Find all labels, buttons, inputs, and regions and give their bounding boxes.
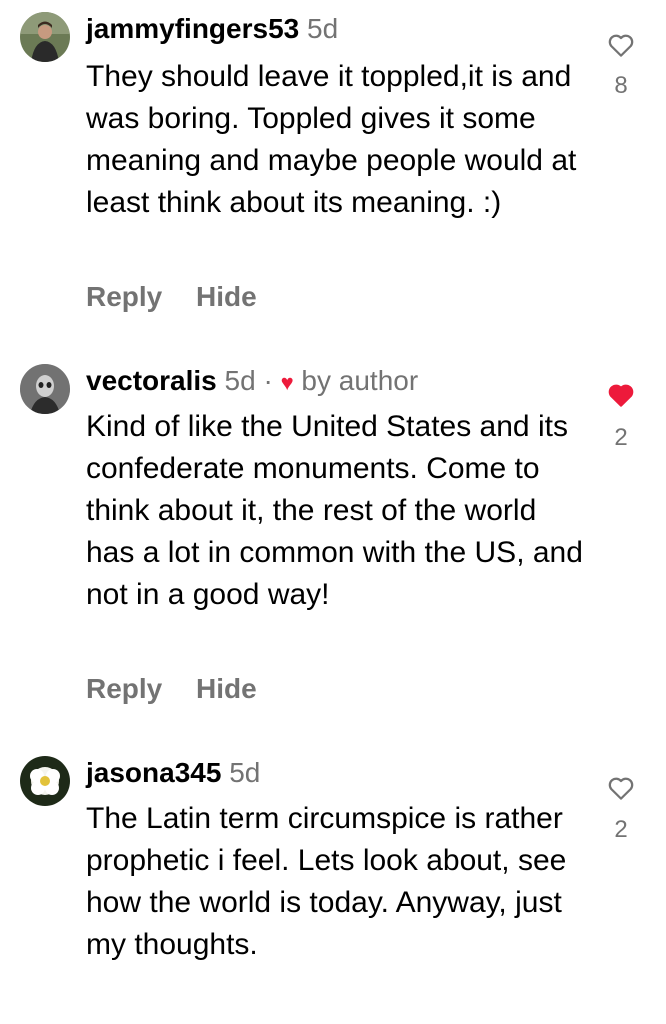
heart-outline-icon[interactable] — [606, 30, 636, 60]
liked-by-author-label: by author — [301, 365, 419, 396]
like-count: 2 — [614, 424, 628, 451]
comment-actions: Reply Hide — [86, 280, 283, 314]
username[interactable]: jammyfingers53 — [86, 13, 299, 44]
comment-actions: Reply Hide — [86, 672, 283, 706]
timestamp: 5d — [224, 365, 256, 396]
reply-button[interactable]: Reply — [86, 673, 162, 704]
like-count: 2 — [614, 816, 628, 843]
comment-header: jammyfingers53 5d — [86, 12, 338, 46]
comment-text: The Latin term circumspice is rather pro… — [86, 802, 567, 961]
username[interactable]: vectoralis — [86, 365, 217, 396]
comment-header: vectoralis 5d · ♥ by author — [86, 364, 418, 400]
like-count: 8 — [614, 72, 628, 99]
comment-header: jasona345 5d — [86, 756, 260, 790]
timestamp: 5d — [307, 13, 339, 44]
avatar[interactable] — [20, 756, 70, 806]
heart-outline-icon[interactable] — [606, 773, 636, 803]
heart-filled-icon: ♥ — [280, 370, 294, 395]
reply-button[interactable]: Reply — [86, 281, 162, 312]
avatar[interactable] — [20, 12, 70, 62]
separator: · — [263, 365, 273, 396]
comment-text: Kind of like the United States and its c… — [86, 410, 583, 611]
timestamp: 5d — [229, 757, 261, 788]
avatar[interactable] — [20, 364, 70, 414]
hide-button[interactable]: Hide — [196, 673, 257, 704]
comment-text: They should leave it toppled,it is and w… — [86, 60, 577, 219]
username[interactable]: jasona345 — [86, 757, 221, 788]
hide-button[interactable]: Hide — [196, 281, 257, 312]
heart-filled-icon[interactable] — [606, 380, 636, 410]
